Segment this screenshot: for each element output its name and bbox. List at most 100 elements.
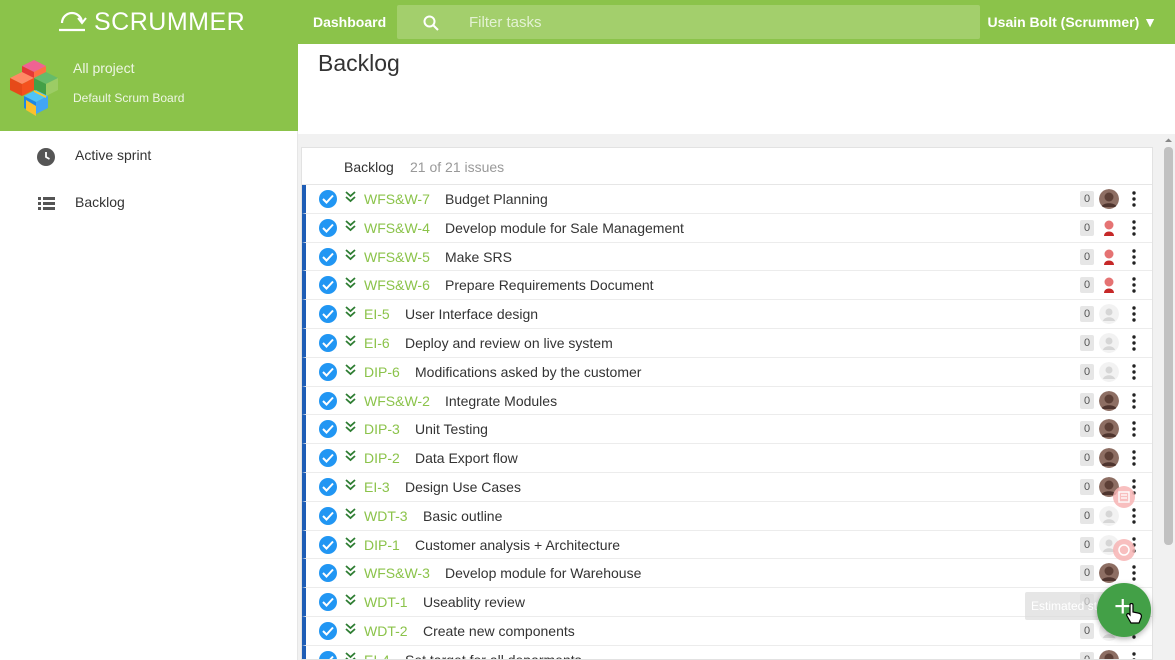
assignee-avatar[interactable] — [1099, 217, 1119, 238]
issue-done-check-icon[interactable] — [319, 218, 337, 237]
issue-done-check-icon[interactable] — [319, 334, 337, 352]
assignee-avatar[interactable] — [1099, 649, 1119, 659]
assignee-avatar[interactable] — [1099, 333, 1119, 353]
issue-done-check-icon[interactable] — [319, 535, 337, 554]
issue-row[interactable]: WFS&W-6 Prepare Requirements Document 0 — [302, 271, 1152, 301]
issue-key[interactable]: WFS&W-3 — [364, 565, 430, 581]
issue-row[interactable]: WDT-2 Create new components 0 — [302, 617, 1152, 646]
issue-row[interactable]: EI-6 Deploy and review on live system 0 — [302, 329, 1152, 358]
issue-key[interactable]: WDT-1 — [364, 594, 408, 610]
more-options-icon[interactable] — [1132, 421, 1136, 442]
issue-key[interactable]: WFS&W-5 — [364, 249, 430, 265]
issue-row[interactable]: WFS&W-7 Budget Planning 0 — [302, 185, 1152, 214]
issue-row[interactable]: WFS&W-5 Make SRS 0 — [302, 242, 1152, 272]
mini-fab-sprint[interactable] — [1113, 539, 1135, 561]
search-bar[interactable]: Filter tasks — [397, 5, 980, 39]
issue-done-check-icon[interactable] — [319, 190, 337, 208]
scrollbar-thumb[interactable] — [1164, 147, 1173, 545]
issue-title[interactable]: Design Use Cases — [405, 479, 521, 495]
assignee-avatar[interactable] — [1099, 419, 1119, 440]
assignee-avatar[interactable] — [1099, 189, 1119, 209]
issue-done-check-icon[interactable] — [319, 622, 337, 640]
issue-title[interactable]: Integrate Modules — [445, 393, 557, 409]
issue-title[interactable]: Deploy and review on live system — [405, 335, 613, 351]
more-options-icon[interactable] — [1132, 220, 1136, 241]
issue-title[interactable]: Make SRS — [445, 249, 512, 265]
assignee-avatar[interactable] — [1099, 563, 1119, 584]
assignee-avatar[interactable] — [1099, 361, 1119, 382]
more-options-icon[interactable] — [1132, 652, 1136, 659]
issue-done-check-icon[interactable] — [319, 506, 337, 525]
issue-row[interactable]: WFS&W-4 Develop module for Sale Managemen… — [302, 213, 1152, 243]
issue-row[interactable]: EI-4 Set target for all deparments 0 — [302, 645, 1152, 659]
issue-done-check-icon[interactable] — [319, 247, 337, 266]
issue-row[interactable]: WDT-3 Basic outline 0 — [302, 501, 1152, 531]
issue-done-check-icon[interactable] — [319, 449, 337, 468]
more-options-icon[interactable] — [1132, 277, 1136, 298]
issue-key[interactable]: DIP-1 — [364, 537, 400, 553]
issue-key[interactable]: WFS&W-4 — [364, 220, 430, 236]
issue-row[interactable]: DIP-2 Data Export flow 0 — [302, 444, 1152, 473]
sidebar-item-active-sprint[interactable]: Active sprint — [0, 136, 298, 176]
assignee-avatar[interactable] — [1099, 304, 1119, 325]
issue-key[interactable]: WFS&W-2 — [364, 393, 430, 409]
issue-key[interactable]: EI-3 — [364, 479, 390, 495]
issue-row[interactable]: DIP-3 Unit Testing 0 — [302, 415, 1152, 445]
assignee-avatar[interactable] — [1099, 448, 1119, 469]
issue-done-check-icon[interactable] — [319, 478, 337, 496]
assignee-avatar[interactable] — [1099, 390, 1119, 411]
issue-key[interactable]: WFS&W-7 — [364, 191, 430, 207]
scroll-up-arrow-icon[interactable] — [1164, 136, 1173, 145]
issue-title[interactable]: User Interface design — [405, 306, 538, 322]
issue-title[interactable]: Customer analysis + Architecture — [415, 537, 620, 553]
project-selector[interactable]: All project Default Scrum Board — [0, 44, 298, 131]
issue-title[interactable]: Prepare Requirements Document — [445, 277, 654, 293]
issue-row[interactable]: DIP-1 Customer analysis + Architecture 0 — [302, 530, 1152, 560]
issue-title[interactable]: Data Export flow — [415, 450, 518, 466]
issue-title[interactable]: Modifications asked by the customer — [415, 364, 641, 380]
issue-done-check-icon[interactable] — [319, 276, 337, 295]
assignee-avatar[interactable] — [1099, 505, 1119, 526]
issue-key[interactable]: DIP-3 — [364, 421, 400, 437]
issue-done-check-icon[interactable] — [319, 305, 337, 324]
more-options-icon[interactable] — [1132, 565, 1136, 586]
issue-done-check-icon[interactable] — [319, 420, 337, 439]
issue-title[interactable]: Unit Testing — [415, 421, 488, 437]
issue-title[interactable]: Develop module for Warehouse — [445, 565, 641, 581]
issue-key[interactable]: DIP-6 — [364, 364, 400, 380]
issue-key[interactable]: DIP-2 — [364, 450, 400, 466]
issue-key[interactable]: WFS&W-6 — [364, 277, 430, 293]
issue-done-check-icon[interactable] — [319, 391, 337, 410]
dashboard-link[interactable]: Dashboard — [313, 14, 386, 30]
issue-done-check-icon[interactable] — [319, 650, 337, 659]
more-options-icon[interactable] — [1132, 364, 1136, 385]
issue-key[interactable]: WDT-3 — [364, 508, 408, 524]
more-options-icon[interactable] — [1132, 450, 1136, 471]
issue-key[interactable]: EI-6 — [364, 335, 390, 351]
issue-title[interactable]: Create new components — [423, 623, 575, 639]
issue-row[interactable]: WFS&W-2 Integrate Modules 0 — [302, 386, 1152, 416]
assignee-avatar[interactable] — [1099, 275, 1119, 296]
more-options-icon[interactable] — [1132, 392, 1136, 414]
more-options-icon[interactable] — [1132, 248, 1136, 270]
search-input[interactable]: Filter tasks — [469, 14, 542, 31]
more-options-icon[interactable] — [1132, 306, 1136, 327]
issue-key[interactable]: WDT-2 — [364, 623, 408, 639]
app-logo[interactable]: SCRUMMER — [56, 7, 245, 37]
issue-title[interactable]: Budget Planning — [445, 191, 548, 207]
issue-row[interactable]: EI-3 Design Use Cases 0 — [302, 473, 1152, 502]
issue-done-check-icon[interactable] — [319, 593, 337, 612]
issue-done-check-icon[interactable] — [319, 362, 337, 381]
more-options-icon[interactable] — [1132, 508, 1136, 529]
add-button[interactable]: + — [1097, 583, 1151, 637]
issue-title[interactable]: Set target for all deparments — [405, 652, 582, 659]
sidebar-item-backlog[interactable]: Backlog — [0, 183, 298, 223]
issue-title[interactable]: Useablity review — [423, 594, 525, 610]
issue-key[interactable]: EI-4 — [364, 652, 390, 659]
issue-row[interactable]: EI-5 User Interface design 0 — [302, 300, 1152, 329]
issue-key[interactable]: EI-5 — [364, 306, 390, 322]
issue-title[interactable]: Basic outline — [423, 508, 502, 524]
issue-row[interactable]: WFS&W-3 Develop module for Warehouse 0 — [302, 559, 1152, 589]
assignee-avatar[interactable] — [1099, 246, 1119, 267]
user-menu[interactable]: Usain Bolt (Scrummer) ▼ — [988, 14, 1157, 30]
